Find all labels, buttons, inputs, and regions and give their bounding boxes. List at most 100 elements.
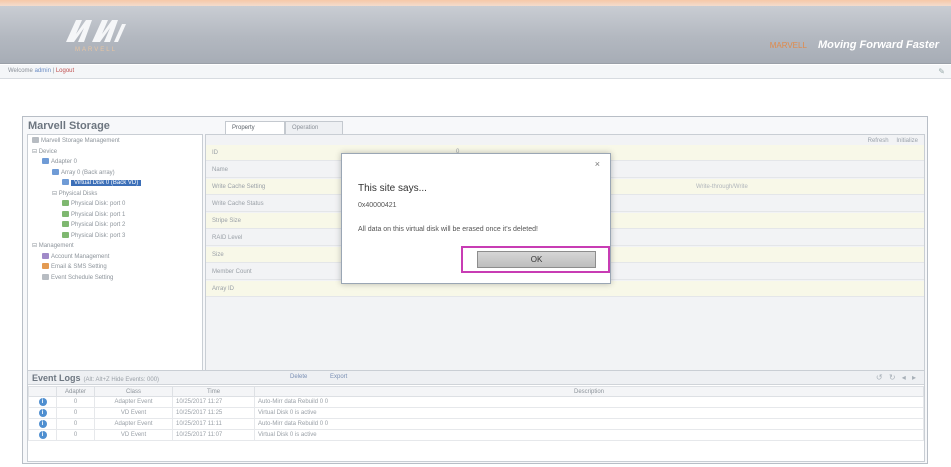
tree-expander-icon[interactable]: ⊟ — [32, 243, 39, 249]
tree-item[interactable]: Virtual Disk 0 (Back VD) — [62, 179, 142, 189]
col-description[interactable]: Description — [254, 386, 924, 397]
tree-item-label: Marvell Storage Management — [41, 138, 120, 144]
tree-item[interactable]: Adapter 0 — [42, 158, 77, 168]
initialize-button[interactable]: Initialize — [896, 138, 918, 144]
marvell-logo: MARVELL — [62, 18, 130, 56]
event-time: 10/25/2017 11:27 — [172, 396, 255, 408]
event-row[interactable]: i 0 Adapter Event 10/25/2017 11:11 Auto-Mirr… — [28, 418, 924, 430]
event-adapter: 0 — [56, 407, 95, 419]
logout-link[interactable]: Logout — [56, 68, 74, 74]
tagline-brand: MARVELL — [769, 41, 807, 50]
nav-user-link[interactable]: admin — [35, 68, 51, 74]
tab-operation[interactable]: Operation — [285, 121, 343, 134]
property-label: RAID Level — [212, 235, 243, 241]
tagline-text: Moving Forward Faster — [817, 39, 939, 51]
tree-item[interactable]: ⊟ Device — [32, 148, 57, 158]
tree-node-icon — [62, 200, 69, 206]
event-row[interactable]: i 0 VD Event 10/25/2017 11:25 Virtual Disk 0… — [28, 407, 924, 419]
event-table-header: Adapter Class Time Description — [28, 386, 924, 397]
app-header: MARVELL MARVELL Moving Forward Faster — [0, 6, 951, 64]
tree-item[interactable]: Event Schedule Setting — [42, 273, 114, 284]
event-logs-title: Event Logs (Alt: Alt+Z Hide Events: 000) — [32, 373, 159, 383]
tree-expander-icon[interactable]: ⊟ — [52, 191, 59, 197]
ok-button[interactable]: OK — [477, 251, 596, 268]
refresh-button[interactable]: Refresh — [868, 138, 889, 144]
dialog-error-code: 0x40000421 — [358, 202, 397, 209]
tree-item[interactable]: Account Management — [42, 252, 110, 263]
tree-item[interactable]: Email & SMS Setting — [42, 263, 107, 273]
event-nav-icons[interactable]: ↺ ↻ ◂ ▸ — [876, 373, 918, 382]
user-navbar: Welcome admin | Logout ✎ — [0, 65, 951, 79]
tagline: MARVELL Moving Forward Faster — [770, 39, 939, 51]
tree-item[interactable]: ⊟ Management — [32, 242, 74, 252]
tree-node-icon — [62, 231, 69, 238]
info-icon: i — [38, 409, 47, 417]
event-time: 10/25/2017 11:07 — [172, 429, 255, 441]
device-tree: Marvell Storage Management ⊟ Device Adapte… — [27, 134, 203, 382]
dialog-message: All data on this virtual disk will be er… — [358, 226, 538, 233]
property-label: Member Count — [212, 269, 252, 275]
event-logs-panel: Event Logs (Alt: Alt+Z Hide Events: 000) … — [27, 370, 925, 462]
marvell-logo-icon — [66, 20, 126, 42]
event-description: Auto-Mirr data Rebuild 0 0 — [254, 418, 924, 430]
event-row[interactable]: i 0 Adapter Event 10/25/2017 11:27 Auto-Mirr… — [28, 396, 924, 408]
tab-property[interactable]: Property — [225, 121, 285, 134]
app-title: Marvell Storage — [28, 120, 110, 132]
col-class[interactable]: Class — [94, 386, 173, 397]
event-severity: i — [28, 418, 57, 430]
property-toolbar: Refresh Initialize — [862, 138, 918, 144]
tree-node-icon — [62, 179, 69, 185]
property-extra: Write-through/Write — [696, 184, 748, 190]
tree-item-label: Adapter 0 — [51, 159, 78, 165]
tree-expander-icon[interactable]: ⊟ — [32, 149, 39, 155]
tree-item-label: Event Schedule Setting — [51, 274, 114, 281]
tree-item-label: Array 0 (Back array) — [61, 169, 115, 176]
tree-node-icon — [42, 263, 49, 269]
event-description: Virtual Disk 0 is active — [254, 407, 924, 419]
event-class: Adapter Event — [94, 418, 173, 430]
tree-item-label: Email & SMS Setting — [51, 264, 107, 270]
tree-item[interactable]: Physical Disk: port 1 — [62, 210, 126, 221]
nav-welcome: Welcome — [8, 68, 33, 74]
tree-item[interactable]: ⊟ Physical Disks — [52, 190, 97, 200]
event-row[interactable]: i 0 VD Event 10/25/2017 11:07 Virtual Disk 0… — [28, 429, 924, 441]
tree-item-label: Physical Disk: port 1 — [71, 211, 126, 218]
tree-item[interactable]: Physical Disk: port 2 — [62, 221, 125, 231]
delete-events-button[interactable]: Delete — [290, 374, 307, 380]
event-logs-title-text: Event Logs — [32, 373, 81, 383]
tree-node-icon — [42, 158, 49, 164]
tree-node-icon — [62, 210, 69, 217]
info-icon: i — [38, 420, 47, 428]
tree-item-label: Physical Disk: port 2 — [71, 222, 126, 228]
tree-item-label: Physical Disk: port 3 — [71, 232, 126, 239]
event-description: Auto-Mirr data Rebuild 0 0 — [254, 396, 924, 408]
col-adapter[interactable]: Adapter — [56, 386, 95, 397]
col-time[interactable]: Time — [172, 386, 255, 397]
dialog-title: This site says... — [358, 183, 427, 194]
tree-node-icon — [42, 252, 49, 259]
tree-item[interactable]: Marvell Storage Management — [32, 137, 120, 147]
event-logs-subtitle: (Alt: Alt+Z Hide Events: 000) — [83, 377, 160, 383]
help-icon[interactable]: ✎ — [938, 67, 945, 76]
event-time: 10/25/2017 11:11 — [172, 418, 255, 430]
property-label: Size — [212, 252, 224, 258]
tree-item[interactable]: Physical Disk: port 0 — [62, 200, 125, 210]
event-time: 10/25/2017 11:25 — [172, 407, 255, 419]
property-label: ID — [212, 150, 218, 156]
export-events-button[interactable]: Export — [330, 374, 347, 380]
event-class: VD Event — [94, 407, 173, 419]
tree-item[interactable]: Physical Disk: port 3 — [62, 231, 126, 242]
close-icon[interactable]: × — [595, 159, 600, 169]
tree-item[interactable]: Array 0 (Back array) — [52, 168, 115, 179]
tree-node-icon — [42, 273, 49, 280]
event-severity: i — [28, 407, 57, 419]
property-label: Stripe Size — [212, 218, 242, 224]
event-class: Adapter Event — [94, 396, 173, 408]
property-label: Write Cache Status — [212, 201, 264, 207]
event-adapter: 0 — [56, 429, 95, 441]
tree-item-label: Physical Disk: port 0 — [71, 201, 126, 207]
event-logs-table: Adapter Class Time Description i 0 Adapter… — [28, 386, 924, 441]
tree-item-label: Account Management — [51, 253, 110, 260]
tree-node-icon — [52, 168, 59, 175]
event-adapter: 0 — [56, 418, 95, 430]
